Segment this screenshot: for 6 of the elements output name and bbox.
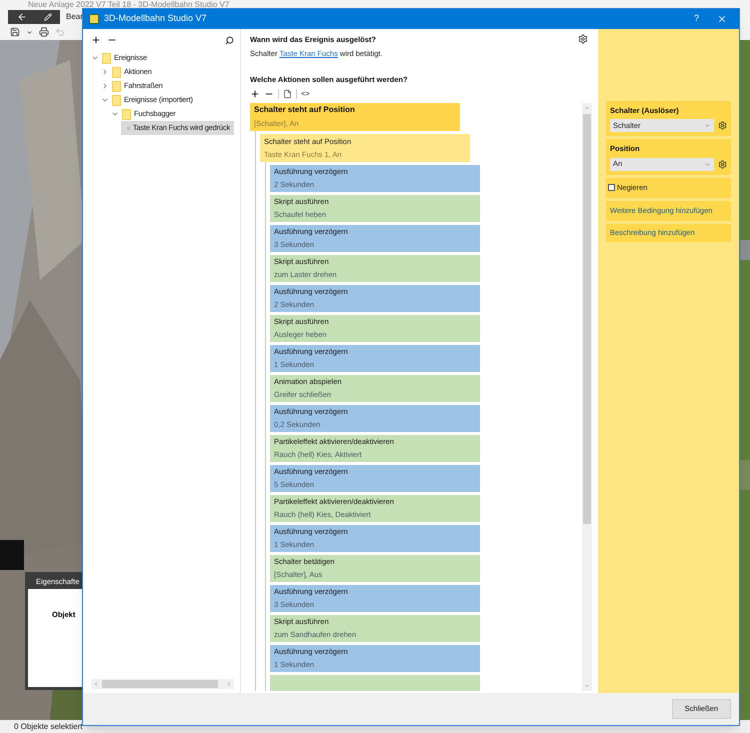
- app-title: Neue Anlage 2022 V7 Teil 18 - 3D-Modellbahn Studio V7: [28, 1, 230, 9]
- condition-title: Schalter steht auf Position: [254, 104, 356, 116]
- status-text: 0 Objekte selektiert: [14, 720, 82, 732]
- window-title: 3D-Modellbahn Studio V7: [104, 12, 207, 26]
- tab-label[interactable]: Bear: [66, 11, 83, 23]
- help-button[interactable]: ?: [694, 12, 699, 26]
